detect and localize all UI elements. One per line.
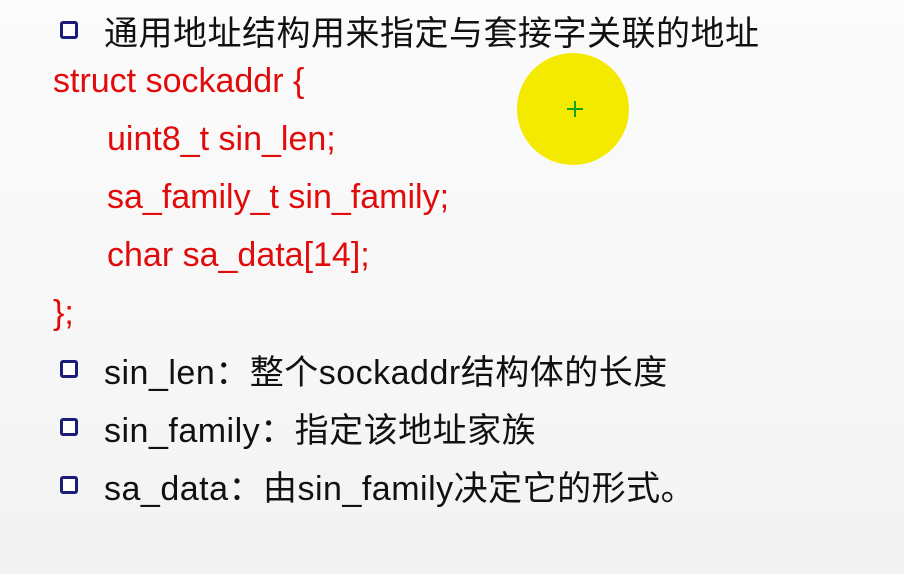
square-bullet-icon bbox=[60, 21, 78, 39]
note-text: sa_data：由sin_family决定它的形式。 bbox=[104, 469, 696, 508]
note-text: sin_family：指定该地址家族 bbox=[104, 411, 537, 450]
code-field-sin-len: uint8_t sin_len; bbox=[107, 120, 336, 158]
note-row-sin-family: sin_family：指定该地址家族 bbox=[0, 405, 537, 450]
code-open-line: struct sockaddr { bbox=[53, 62, 305, 100]
slide: 通用地址结构用来指定与套接字关联的地址 struct sockaddr { ui… bbox=[0, 0, 904, 574]
note-text: sin_len：整个sockaddr结构体的长度 bbox=[104, 353, 668, 392]
heading-row: 通用地址结构用来指定与套接字关联的地址 bbox=[0, 8, 760, 53]
code-close-line: }; bbox=[53, 294, 74, 332]
note-row-sin-len: sin_len：整个sockaddr结构体的长度 bbox=[0, 347, 668, 392]
note-row-sa-data: sa_data：由sin_family决定它的形式。 bbox=[0, 463, 696, 508]
square-bullet-icon bbox=[60, 360, 78, 378]
code-field-sa-data: char sa_data[14]; bbox=[107, 236, 370, 274]
square-bullet-icon bbox=[60, 476, 78, 494]
heading-text: 通用地址结构用来指定与套接字关联的地址 bbox=[104, 14, 760, 53]
code-field-sin-family: sa_family_t sin_family; bbox=[107, 178, 450, 216]
square-bullet-icon bbox=[60, 418, 78, 436]
cursor-crosshair-icon bbox=[567, 101, 583, 117]
